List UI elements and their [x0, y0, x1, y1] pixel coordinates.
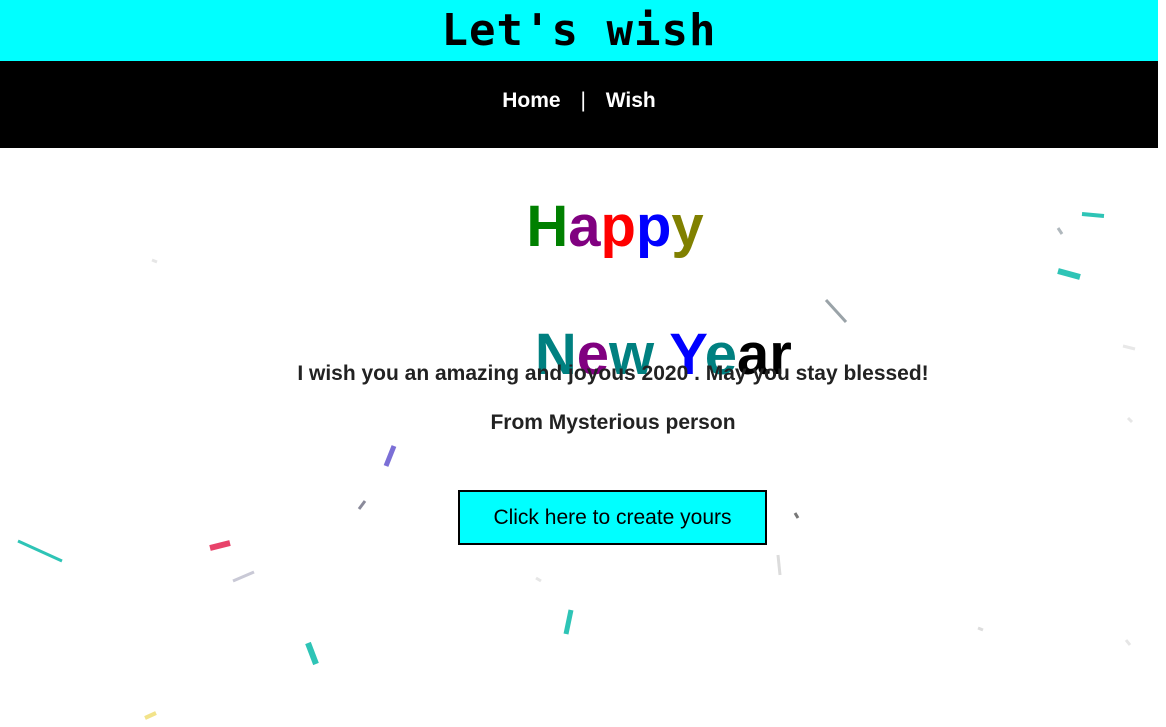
create-yours-button[interactable]: Click here to create yours [458, 490, 767, 545]
confetti-piece [357, 500, 367, 510]
page: Let's wish Home | Wish Happy New Year I … [0, 0, 1166, 727]
nav-link-wish[interactable]: Wish [606, 89, 656, 112]
navbar: Home | Wish [0, 61, 1158, 148]
greeting-letter: y [671, 194, 704, 259]
greeting-letter: p [600, 194, 636, 259]
site-header: Let's wish [0, 0, 1158, 61]
site-title: Let's wish [441, 5, 717, 56]
wish-message: I wish you an amazing and joyous 2020 . … [297, 362, 929, 385]
nav-link-home[interactable]: Home [502, 89, 560, 112]
greeting-line-happy: Happy [526, 195, 703, 259]
greeting-letter: p [635, 194, 672, 259]
nav-separator: | [580, 89, 586, 112]
greeting-letter: a [568, 194, 601, 259]
confetti-piece [1124, 639, 1132, 646]
confetti-piece [232, 570, 255, 583]
sender-line: From Mysterious person [490, 411, 736, 434]
confetti-piece [209, 540, 231, 551]
confetti-piece [535, 576, 542, 583]
confetti-piece [776, 554, 782, 576]
confetti-piece [793, 512, 800, 519]
nav-links: Home | Wish [502, 89, 656, 113]
greeting-letter: H [526, 194, 569, 259]
confetti-piece [305, 641, 319, 666]
confetti-piece [144, 711, 157, 720]
confetti-piece [977, 626, 984, 632]
confetti-piece [17, 539, 63, 563]
confetti-piece [563, 609, 574, 635]
